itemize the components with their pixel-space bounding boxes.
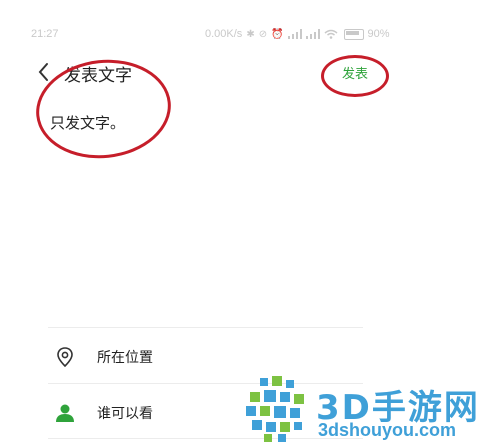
battery-percent: 90% bbox=[367, 28, 390, 40]
watermark-url: 3dshouyou.com bbox=[318, 420, 457, 440]
signal-icon bbox=[287, 29, 302, 39]
alarm-icon: ⏰ bbox=[271, 28, 284, 40]
location-pin-icon bbox=[57, 347, 73, 368]
option-location[interactable]: 所在位置 bbox=[48, 332, 363, 382]
person-icon bbox=[56, 404, 74, 422]
status-bar: 21:27 0.00K/s ✱ ⊘ ⏰ 90% bbox=[0, 24, 400, 46]
signal-icon bbox=[305, 29, 320, 39]
watermark: 3D手游网 3dshouyou.com bbox=[246, 376, 500, 446]
mute-icon: ⊘ bbox=[258, 28, 268, 40]
wifi-icon bbox=[324, 29, 338, 39]
bluetooth-icon: ✱ bbox=[246, 28, 255, 40]
divider bbox=[48, 327, 363, 328]
option-label: 所在位置 bbox=[97, 350, 153, 366]
red-annotation-circle bbox=[321, 55, 389, 97]
status-icons: 0.00K/s ✱ ⊘ ⏰ 90% bbox=[205, 28, 390, 40]
option-label: 谁可以看 bbox=[97, 406, 153, 422]
watermark-logo-icon bbox=[246, 376, 304, 442]
battery-icon bbox=[343, 28, 364, 40]
network-speed: 0.00K/s bbox=[205, 28, 243, 40]
status-time: 21:27 bbox=[31, 28, 59, 40]
